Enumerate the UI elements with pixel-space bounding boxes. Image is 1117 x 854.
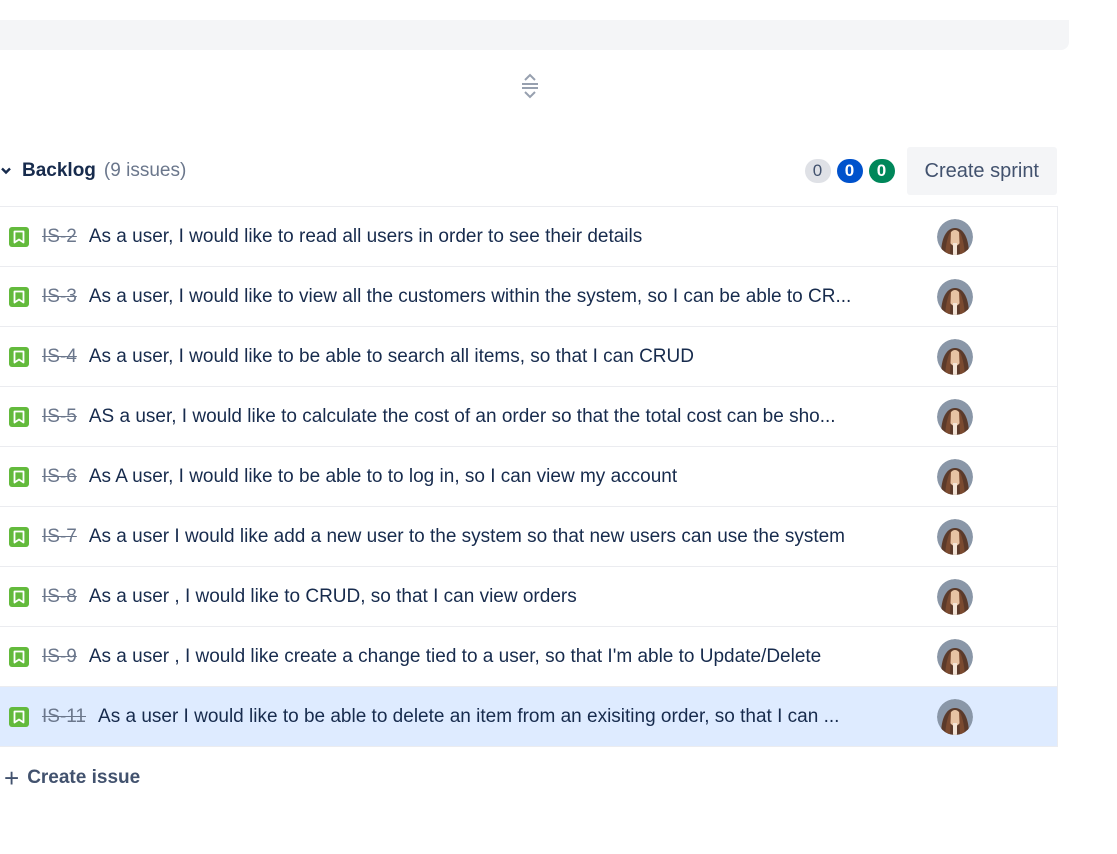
issue-key[interactable]: IS-11 bbox=[42, 706, 86, 728]
assignee-avatar[interactable] bbox=[937, 399, 973, 435]
assignee-avatar[interactable] bbox=[937, 579, 973, 615]
create-sprint-button[interactable]: Create sprint bbox=[906, 147, 1057, 195]
previous-sprint-footer bbox=[0, 20, 1069, 50]
drag-handle-icon[interactable] bbox=[519, 72, 541, 100]
issue-row[interactable]: IS-4 As a user, I would like to be able t… bbox=[0, 327, 1057, 387]
bookmark-icon bbox=[9, 706, 29, 727]
bookmark-icon bbox=[9, 226, 29, 247]
issue-key[interactable]: IS-5 bbox=[42, 406, 77, 428]
assignee-avatar[interactable] bbox=[937, 639, 973, 675]
issue-summary[interactable]: As a user I would like add a new user to… bbox=[89, 526, 924, 548]
issue-row[interactable]: IS-7 As a user I would like add a new use… bbox=[0, 507, 1057, 567]
issue-summary[interactable]: As a user I would like to be able to del… bbox=[98, 706, 933, 728]
backlog-issue-count: (9 issues) bbox=[103, 160, 187, 181]
in-progress-count-badge: 0 bbox=[836, 159, 863, 183]
issue-key[interactable]: IS-8 bbox=[42, 586, 77, 608]
create-issue-button[interactable]: + Create issue bbox=[4, 764, 140, 792]
backlog-header: Backlog (9 issues) 0 0 0 Create sprint bbox=[0, 146, 1057, 196]
issue-summary[interactable]: As a user , I would like create a change… bbox=[89, 646, 924, 668]
issue-key[interactable]: IS-9 bbox=[42, 646, 77, 668]
bookmark-icon bbox=[9, 526, 29, 547]
issue-summary[interactable]: AS a user, I would like to calculate the… bbox=[89, 406, 924, 428]
issue-row[interactable]: IS-8 As a user , I would like to CRUD, so… bbox=[0, 567, 1057, 627]
issue-key[interactable]: IS-2 bbox=[42, 226, 77, 248]
assignee-avatar[interactable] bbox=[937, 219, 973, 255]
assignee-avatar[interactable] bbox=[937, 519, 973, 555]
done-count-badge: 0 bbox=[868, 159, 895, 183]
todo-count-badge: 0 bbox=[804, 159, 831, 183]
issue-row[interactable]: IS-6 As A user, I would like to be able t… bbox=[0, 447, 1057, 507]
bookmark-icon bbox=[9, 646, 29, 667]
issue-key[interactable]: IS-3 bbox=[42, 286, 77, 308]
issue-summary[interactable]: As A user, I would like to be able to to… bbox=[89, 466, 924, 488]
chevron-down-icon[interactable] bbox=[0, 164, 14, 178]
backlog-title[interactable]: Backlog bbox=[22, 160, 96, 182]
issue-summary[interactable]: As a user, I would like to read all user… bbox=[89, 226, 924, 248]
bookmark-icon bbox=[9, 406, 29, 427]
issue-key[interactable]: IS-6 bbox=[42, 466, 77, 488]
plus-icon: + bbox=[4, 763, 20, 793]
bookmark-icon bbox=[9, 586, 29, 607]
issue-row[interactable]: IS-3 As a user, I would like to view all … bbox=[0, 267, 1057, 327]
issue-row[interactable]: IS-11 As a user I would like to be able t… bbox=[0, 687, 1057, 747]
issue-row[interactable]: IS-9 As a user , I would like create a ch… bbox=[0, 627, 1057, 687]
issue-key[interactable]: IS-4 bbox=[42, 346, 77, 368]
bookmark-icon bbox=[9, 466, 29, 487]
issue-key[interactable]: IS-7 bbox=[42, 526, 77, 548]
assignee-avatar[interactable] bbox=[937, 459, 973, 495]
assignee-avatar[interactable] bbox=[937, 339, 973, 375]
issue-row[interactable]: IS-5 AS a user, I would like to calculate… bbox=[0, 387, 1057, 447]
backlog-issue-list: IS-2 As a user, I would like to read all … bbox=[0, 206, 1058, 747]
assignee-avatar[interactable] bbox=[937, 279, 973, 315]
issue-summary[interactable]: As a user, I would like to view all the … bbox=[89, 286, 924, 308]
assignee-avatar[interactable] bbox=[937, 699, 973, 735]
create-issue-label: Create issue bbox=[27, 767, 141, 788]
bookmark-icon bbox=[9, 346, 29, 367]
issue-row[interactable]: IS-2 As a user, I would like to read all … bbox=[0, 207, 1057, 267]
issue-summary[interactable]: As a user, I would like to be able to se… bbox=[89, 346, 924, 368]
bookmark-icon bbox=[9, 286, 29, 307]
issue-summary[interactable]: As a user , I would like to CRUD, so tha… bbox=[89, 586, 924, 608]
